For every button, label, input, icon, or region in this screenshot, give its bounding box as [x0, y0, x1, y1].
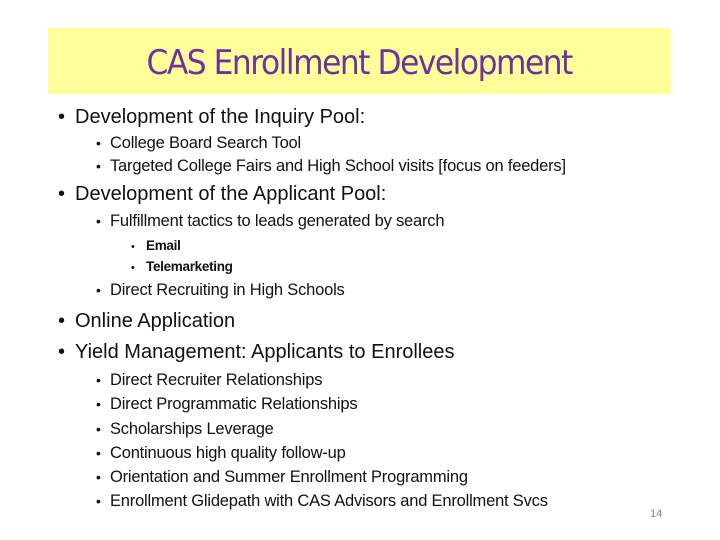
- bullet-icon: •: [96, 135, 101, 151]
- bullet-text: Orientation and Summer Enrollment Progra…: [110, 468, 468, 486]
- bullet-icon: •: [58, 310, 66, 332]
- bullet-item-online-application: • Online Application: [58, 310, 235, 333]
- bullet-text: Enrollment Glidepath with CAS Advisors a…: [110, 492, 548, 510]
- bullet-text: Direct Recruiting in High Schools: [110, 281, 345, 299]
- bullet-icon: •: [131, 241, 135, 253]
- sub-sub-bullet-item: • Telemarketing: [131, 259, 233, 274]
- sub-bullet-item: • Direct Programmatic Relationships: [96, 395, 358, 414]
- sub-bullet-item: • College Board Search Tool: [96, 134, 301, 153]
- bullet-icon: •: [58, 106, 66, 128]
- bullet-icon: •: [96, 421, 101, 437]
- slide: CAS Enrollment Development • Development…: [0, 0, 720, 540]
- bullet-text: Targeted College Fairs and High School v…: [110, 157, 566, 175]
- bullet-text: Direct Programmatic Relationships: [110, 395, 358, 413]
- bullet-text: College Board Search Tool: [110, 134, 301, 152]
- sub-bullet-item: • Targeted College Fairs and High School…: [96, 157, 566, 176]
- bullet-item-inquiry-pool: • Development of the Inquiry Pool:: [58, 106, 365, 129]
- bullet-icon: •: [96, 445, 101, 461]
- slide-title: CAS Enrollment Development: [146, 43, 574, 83]
- bullet-icon: •: [96, 493, 101, 509]
- sub-bullet-item: • Scholarships Leverage: [96, 420, 274, 439]
- bullet-text: Telemarketing: [146, 259, 233, 274]
- bullet-item-applicant-pool: • Development of the Applicant Pool:: [58, 183, 386, 206]
- sub-bullet-item: • Orientation and Summer Enrollment Prog…: [96, 468, 468, 487]
- bullet-icon: •: [131, 262, 135, 274]
- bullet-item-yield-management: • Yield Management: Applicants to Enroll…: [58, 341, 454, 364]
- bullet-text: Email: [146, 238, 181, 253]
- bullet-text: Online Application: [75, 310, 236, 332]
- bullet-text: Development of the Inquiry Pool:: [75, 106, 366, 128]
- sub-bullet-item: • Fulfillment tactics to leads generated…: [96, 212, 445, 231]
- bullet-icon: •: [96, 372, 101, 388]
- bullet-text: Direct Recruiter Relationships: [110, 371, 323, 389]
- sub-bullet-item: • Enrollment Glidepath with CAS Advisors…: [96, 492, 548, 511]
- sub-bullet-item: • Continuous high quality follow-up: [96, 444, 346, 463]
- bullet-icon: •: [58, 341, 66, 363]
- page-number: 14: [650, 508, 663, 520]
- bullet-icon: •: [96, 396, 101, 412]
- bullet-text: Continuous high quality follow-up: [110, 444, 346, 462]
- bullet-text: Scholarships Leverage: [110, 420, 274, 438]
- bullet-icon: •: [96, 282, 101, 298]
- bullet-icon: •: [96, 213, 101, 229]
- sub-bullet-item: • Direct Recruiter Relationships: [96, 371, 322, 390]
- title-banner: CAS Enrollment Development: [48, 28, 671, 94]
- bullet-text: Development of the Applicant Pool:: [75, 183, 387, 205]
- bullet-text: Fulfillment tactics to leads generated b…: [110, 212, 445, 230]
- bullet-icon: •: [96, 158, 101, 174]
- bullet-icon: •: [96, 469, 101, 485]
- bullet-text: Yield Management: Applicants to Enrollee…: [75, 341, 455, 363]
- sub-bullet-item: • Direct Recruiting in High Schools: [96, 281, 345, 300]
- sub-sub-bullet-item: • Email: [131, 238, 181, 253]
- bullet-icon: •: [58, 183, 66, 205]
